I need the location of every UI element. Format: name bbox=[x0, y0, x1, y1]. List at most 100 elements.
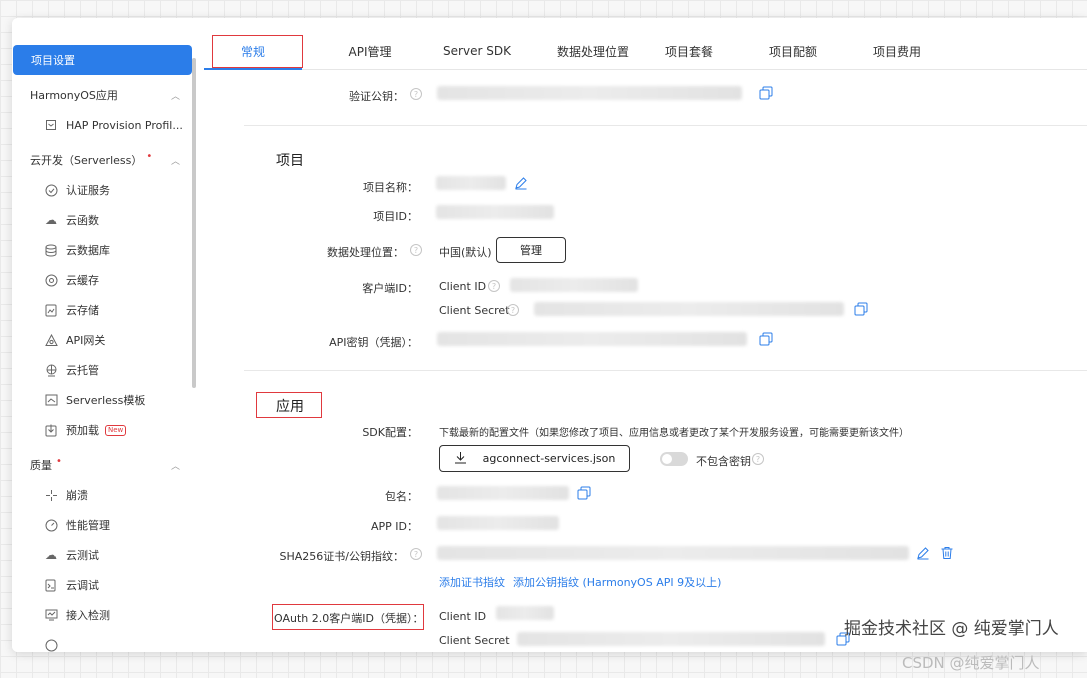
sidebar-item-cloud-storage[interactable]: 云存储 bbox=[12, 295, 192, 325]
api-key-label: API密钥（凭据）： bbox=[329, 336, 418, 349]
sidebar-scrollbar[interactable] bbox=[192, 58, 196, 388]
edit-icon[interactable] bbox=[916, 546, 930, 560]
sidebar-item-hap-provision[interactable]: HAP Provision Profil... bbox=[12, 110, 192, 140]
notification-dot: • bbox=[56, 455, 62, 467]
sha256-value bbox=[437, 546, 909, 560]
sidebar-item-partial[interactable] bbox=[12, 630, 192, 652]
project-section-title: 项目 bbox=[276, 153, 304, 169]
copy-icon[interactable] bbox=[759, 332, 773, 346]
help-icon[interactable]: ? bbox=[410, 88, 422, 100]
tab-project-package[interactable]: 项目套餐 bbox=[652, 32, 726, 70]
sidebar-item-access-check[interactable]: 接入检测 bbox=[12, 600, 192, 630]
gateway-icon bbox=[44, 333, 58, 347]
exclude-key-toggle[interactable] bbox=[660, 452, 688, 466]
sidebar-item-label: 项目设置 bbox=[31, 54, 75, 67]
help-icon[interactable]: ? bbox=[410, 244, 422, 256]
manage-button[interactable]: 管理 bbox=[496, 237, 566, 263]
sidebar-item-label: 预加载 bbox=[66, 424, 99, 437]
add-pubkey-fingerprint-link[interactable]: 添加公钥指纹 (HarmonyOS API 9及以上) bbox=[513, 574, 721, 590]
gauge-icon bbox=[44, 518, 58, 532]
debug-icon bbox=[44, 578, 58, 592]
tab-data-location[interactable]: 数据处理位置 bbox=[538, 32, 648, 70]
copy-icon[interactable] bbox=[577, 486, 591, 500]
sdk-config-description: 下载最新的配置文件（如果您修改了项目、应用信息或者更改了某个开发服务设置，可能需… bbox=[439, 428, 909, 439]
active-tab-indicator bbox=[204, 68, 302, 70]
sidebar-item-label: 云存储 bbox=[66, 304, 99, 317]
edit-icon[interactable] bbox=[514, 176, 528, 190]
sdk-config-label: SDK配置： bbox=[362, 426, 418, 439]
sidebar-item-cloud-function[interactable]: ☁ 云函数 bbox=[12, 205, 192, 235]
monitor-icon bbox=[44, 608, 58, 622]
sidebar-item-label: 云数据库 bbox=[66, 244, 110, 257]
shield-check-icon bbox=[44, 183, 58, 197]
storage-icon bbox=[44, 303, 58, 317]
sha256-label: SHA256证书/公钥指纹： bbox=[279, 550, 404, 563]
document-icon bbox=[44, 118, 58, 132]
api-key-value bbox=[437, 332, 747, 346]
verify-key-value bbox=[437, 86, 742, 100]
oauth-client-label: OAuth 2.0客户端ID（凭据）： bbox=[274, 612, 424, 625]
sidebar-item-crash[interactable]: 崩溃 bbox=[12, 480, 192, 510]
sidebar-group-harmonyos[interactable]: HarmonyOS应用 ︿ bbox=[12, 80, 192, 110]
copy-icon[interactable] bbox=[854, 302, 868, 316]
sidebar-item-cloud-debug[interactable]: 云调试 bbox=[12, 570, 192, 600]
sidebar-item-auth[interactable]: 认证服务 bbox=[12, 175, 192, 205]
sidebar-item-label: HAP Provision Profil... bbox=[66, 118, 183, 132]
project-name-value bbox=[436, 176, 506, 190]
sidebar-item-label: 云缓存 bbox=[66, 274, 99, 287]
help-icon[interactable]: ? bbox=[488, 280, 500, 292]
data-location-value: 中国(默认) bbox=[439, 246, 492, 259]
sidebar-item-label: 崩溃 bbox=[66, 489, 88, 502]
copy-icon[interactable] bbox=[759, 86, 773, 100]
help-icon[interactable]: ? bbox=[410, 548, 422, 560]
add-cert-fingerprint-link[interactable]: 添加证书指纹 bbox=[439, 574, 505, 590]
sidebar-item-cloud-db[interactable]: 云数据库 bbox=[12, 235, 192, 265]
sidebar-item-label: 接入检测 bbox=[66, 609, 110, 622]
highlight-box-general-tab bbox=[212, 35, 303, 68]
chevron-up-icon: ︿ bbox=[170, 91, 180, 102]
sidebar-item-preload[interactable]: 预加载 New bbox=[12, 415, 192, 445]
sidebar-item-serverless-template[interactable]: Serverless模板 bbox=[12, 385, 192, 415]
oauth-client-secret-value bbox=[517, 632, 825, 646]
tab-server-sdk[interactable]: Server SDK bbox=[432, 32, 522, 70]
download-config-button[interactable]: agconnect-services.json bbox=[439, 445, 630, 472]
main-content: 常规 API管理 Server SDK 数据处理位置 项目套餐 项目配额 项目费… bbox=[204, 18, 1087, 652]
sidebar-item-cloud-hosting[interactable]: 云托管 bbox=[12, 355, 192, 385]
project-id-value bbox=[436, 205, 554, 219]
tab-project-fees[interactable]: 项目费用 bbox=[860, 32, 934, 70]
help-icon[interactable]: ? bbox=[507, 304, 519, 316]
client-secret-label: Client Secret bbox=[439, 304, 510, 317]
juejin-watermark: 掘金技术社区 @ 纯爱掌门人 bbox=[844, 619, 1059, 639]
cloud-test-icon: ☁ bbox=[45, 548, 57, 562]
database-icon bbox=[44, 243, 58, 257]
sidebar-item-cloud-test[interactable]: ☁ 云测试 bbox=[12, 540, 192, 570]
client-secret-value bbox=[534, 302, 844, 316]
sidebar-group-quality[interactable]: 质量 • ︿ bbox=[12, 450, 192, 480]
tab-project-quota[interactable]: 项目配额 bbox=[756, 32, 830, 70]
app-id-label: APP ID： bbox=[370, 520, 418, 533]
project-id-label: 项目ID： bbox=[373, 210, 418, 223]
help-icon[interactable]: ? bbox=[752, 453, 764, 465]
chevron-up-icon: ︿ bbox=[170, 461, 180, 472]
download-icon bbox=[454, 451, 467, 467]
oauth-client-id-label: Client ID bbox=[439, 610, 487, 623]
delete-icon[interactable] bbox=[940, 546, 954, 560]
tab-api-management[interactable]: API管理 bbox=[322, 32, 418, 70]
new-badge: New bbox=[105, 424, 127, 436]
exclude-key-label: 不包含密钥 bbox=[696, 455, 751, 468]
cloud-function-icon: ☁ bbox=[45, 213, 57, 227]
package-name-label: 包名： bbox=[385, 490, 418, 503]
sidebar-item-project-settings[interactable]: 项目设置 bbox=[13, 45, 192, 75]
cache-icon bbox=[44, 273, 58, 287]
sidebar-item-api-gateway[interactable]: API网关 bbox=[12, 325, 192, 355]
sidebar-item-performance[interactable]: 性能管理 bbox=[12, 510, 192, 540]
sidebar-group-serverless[interactable]: 云开发（Serverless） • ︿ bbox=[12, 145, 192, 175]
sidebar-item-label: 云函数 bbox=[66, 214, 99, 227]
sidebar-item-cloud-cache[interactable]: 云缓存 bbox=[12, 265, 192, 295]
chevron-up-icon: ︿ bbox=[170, 156, 180, 167]
client-id-value bbox=[510, 278, 638, 292]
csdn-watermark: CSDN @纯爱掌门人 bbox=[902, 654, 1040, 672]
oauth-client-id-value bbox=[496, 606, 554, 620]
template-icon bbox=[44, 393, 58, 407]
sidebar-item-label: 云托管 bbox=[66, 364, 99, 377]
